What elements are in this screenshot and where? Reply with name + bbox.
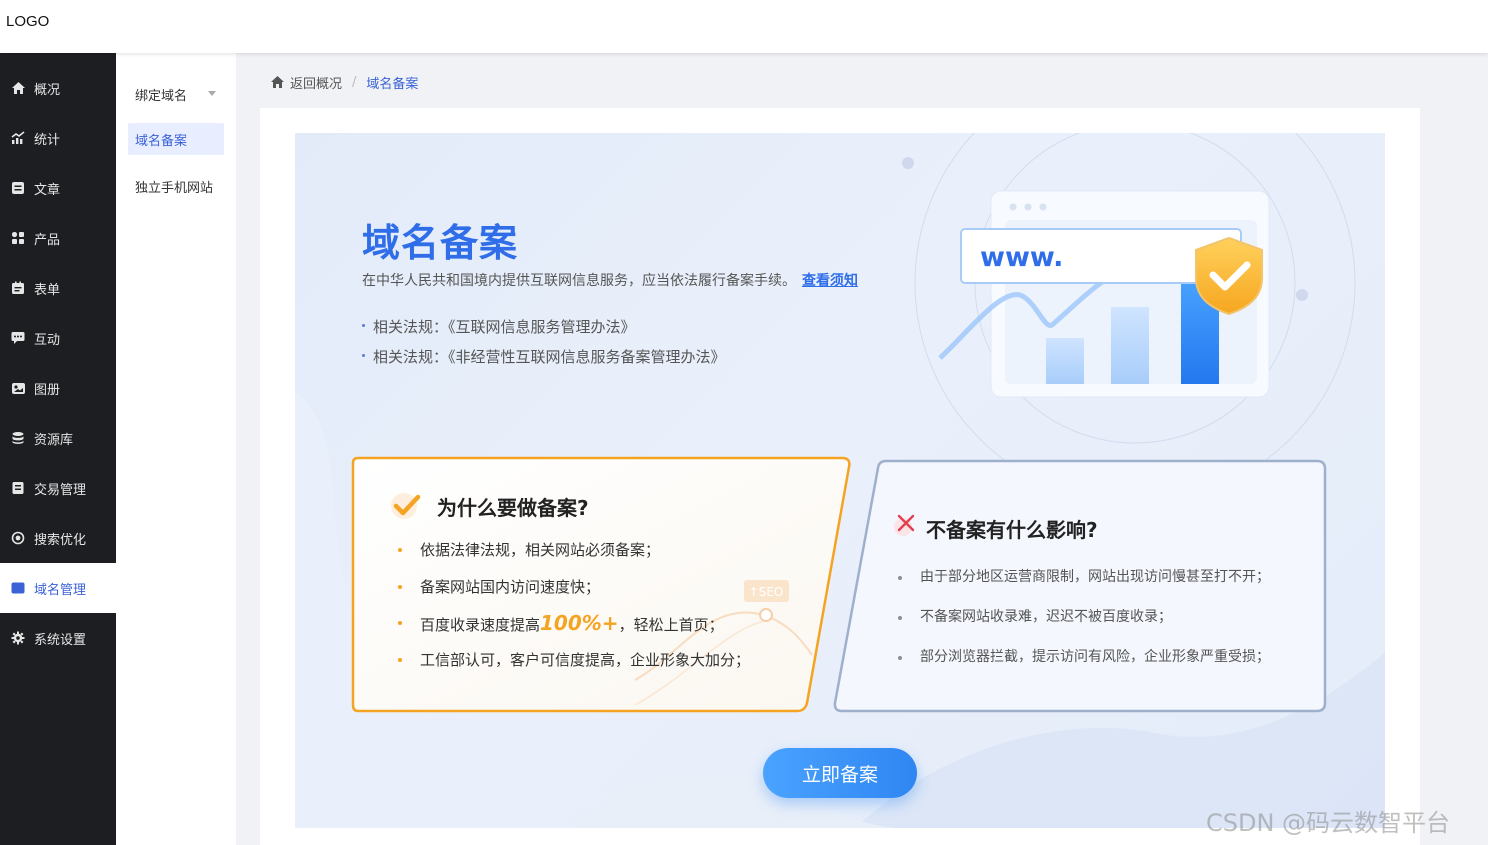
sub-nav: 绑定域名 域名备案 独立手机网站 bbox=[116, 53, 236, 845]
clipboard-icon bbox=[10, 280, 26, 296]
home-icon bbox=[10, 80, 26, 96]
bullet-dot bbox=[898, 616, 902, 620]
law-text: 相关法规：《互联网信息服务管理办法》 bbox=[373, 318, 636, 336]
breadcrumb: 返回概况 / 域名备案 bbox=[270, 72, 418, 92]
nav-item-label: 文章 bbox=[34, 182, 61, 198]
bullet-dot bbox=[398, 621, 402, 626]
nav-item-stats[interactable]: 统计 bbox=[0, 113, 116, 163]
no-filing-card-title: 不备案有什么影响? bbox=[926, 518, 1098, 542]
nav-item-label: 表单 bbox=[34, 282, 61, 298]
list-item: 部分浏览器拦截，提示访问有风险，企业形象严重受损； bbox=[896, 638, 1270, 678]
gear-icon bbox=[10, 630, 26, 646]
chevron-down-icon bbox=[208, 91, 216, 96]
file-now-button[interactable]: 立即备案 bbox=[763, 748, 917, 798]
hero-description: 在中华人民共和国境内提供互联网信息服务，应当依法履行备案手续。 查看须知 bbox=[362, 270, 858, 290]
bullet-dot bbox=[362, 354, 365, 357]
law-item: 相关法规：《互联网信息服务管理办法》 bbox=[362, 316, 636, 337]
nav-item-products[interactable]: 产品 bbox=[0, 213, 116, 263]
subnav-domain-filing[interactable]: 域名备案 bbox=[128, 123, 224, 155]
subnav-label: 域名备案 bbox=[135, 133, 188, 149]
subnav-label: 独立手机网站 bbox=[135, 180, 214, 196]
nav-item-label: 概况 bbox=[34, 82, 61, 98]
receipt-icon bbox=[10, 480, 26, 496]
nav-item-articles[interactable]: 文章 bbox=[0, 163, 116, 213]
grid-icon bbox=[10, 230, 26, 246]
nav-item-label: 域名管理 bbox=[34, 582, 87, 598]
hero-title: 域名备案 bbox=[362, 221, 519, 265]
list-item: 不备案网站收录难，迟迟不被百度收录； bbox=[896, 598, 1270, 638]
nav-item-overview[interactable]: 概况 bbox=[0, 63, 116, 113]
bullet-dot bbox=[398, 657, 402, 662]
list-item: 备案网站国内访问速度快； bbox=[396, 569, 750, 606]
list-item-text: 由于部分地区运营商限制，网站出现访问慢甚至打不开； bbox=[920, 569, 1270, 585]
nav-item-trade[interactable]: 交易管理 bbox=[0, 463, 116, 513]
law-text: 相关法规：《非经营性互联网信息服务备案管理办法》 bbox=[373, 348, 726, 366]
nav-item-label: 产品 bbox=[34, 232, 61, 248]
list-item-text: 不备案网站收录难，迟迟不被百度收录； bbox=[920, 609, 1172, 625]
breadcrumb-back-label: 返回概况 bbox=[290, 76, 343, 92]
close-icon bbox=[894, 514, 915, 536]
database-icon bbox=[10, 430, 26, 446]
seo-tag: ↑SEO bbox=[749, 585, 784, 599]
list-item-text: 百度收录速度提高 bbox=[420, 616, 541, 634]
breadcrumb-separator: / bbox=[352, 74, 357, 90]
nav-item-label: 资源库 bbox=[34, 432, 74, 448]
list-item-text: 工信部认可，客户可信度提高，企业形象大加分； bbox=[420, 650, 751, 669]
check-icon bbox=[391, 493, 421, 519]
highlight-number: 100%+ bbox=[540, 611, 619, 635]
chart-icon bbox=[10, 130, 26, 146]
law-item: 相关法规：《非经营性互联网信息服务备案管理办法》 bbox=[362, 346, 726, 367]
list-item-text: 备案网站国内访问速度快； bbox=[420, 577, 601, 596]
nav-item-label: 图册 bbox=[34, 382, 61, 398]
breadcrumb-current: 域名备案 bbox=[366, 76, 419, 92]
back-to-overview-link[interactable]: 返回概况 bbox=[270, 73, 342, 92]
subnav-label: 绑定域名 bbox=[135, 88, 188, 104]
top-header: LOGO bbox=[0, 0, 1488, 53]
nav-item-interaction[interactable]: 互动 bbox=[0, 313, 116, 363]
target-icon bbox=[10, 530, 26, 546]
nav-item-resources[interactable]: 资源库 bbox=[0, 413, 116, 463]
view-notice-link[interactable]: 查看须知 bbox=[802, 273, 858, 289]
w-badge-icon: W bbox=[10, 580, 26, 596]
subnav-bind-domain[interactable]: 绑定域名 bbox=[128, 78, 224, 110]
list-item-text: ，轻松上首页； bbox=[618, 616, 724, 634]
bullet-dot bbox=[398, 548, 402, 553]
nav-item-label: 互动 bbox=[34, 332, 61, 348]
list-item: 由于部分地区运营商限制，网站出现访问慢甚至打不开； bbox=[896, 558, 1270, 598]
no-filing-list: 由于部分地区运营商限制，网站出现访问慢甚至打不开； 不备案网站收录难，迟迟不被百… bbox=[896, 558, 1270, 678]
nav-item-domain[interactable]: W 域名管理 bbox=[0, 563, 116, 613]
album-icon bbox=[10, 380, 26, 396]
svg-text:W: W bbox=[13, 584, 23, 594]
list-item: 工信部认可，客户可信度提高，企业形象大加分； bbox=[396, 642, 750, 679]
nav-item-label: 交易管理 bbox=[34, 482, 87, 498]
hero-description-text: 在中华人民共和国境内提供互联网信息服务，应当依法履行备案手续。 bbox=[362, 273, 796, 289]
list-item: 百度收录速度提高100%+，轻松上首页； bbox=[396, 605, 750, 642]
nav-item-settings[interactable]: 系统设置 bbox=[0, 613, 116, 663]
nav-item-album[interactable]: 图册 bbox=[0, 363, 116, 413]
bullet-dot bbox=[898, 576, 902, 580]
list-item-text: 部分浏览器拦截，提示访问有风险，企业形象严重受损； bbox=[920, 649, 1270, 665]
home-icon bbox=[271, 76, 284, 88]
nav-item-label: 系统设置 bbox=[34, 632, 87, 648]
bullet-dot bbox=[362, 324, 365, 327]
why-card-title: 为什么要做备案? bbox=[437, 496, 589, 520]
list-item: 依据法律法规，相关网站必须备案； bbox=[396, 532, 750, 569]
nav-item-forms[interactable]: 表单 bbox=[0, 263, 116, 313]
subnav-mobile-site[interactable]: 独立手机网站 bbox=[128, 170, 224, 202]
bullet-dot bbox=[398, 584, 402, 589]
browser-illustration: www. bbox=[938, 190, 1270, 398]
article-icon bbox=[10, 180, 26, 196]
list-item-text: 依据法律法规，相关网站必须备案； bbox=[420, 541, 661, 559]
watermark: CSDN @码云数智平台 bbox=[1206, 809, 1451, 837]
nav-item-label: 搜索优化 bbox=[34, 532, 87, 548]
bullet-dot bbox=[898, 656, 902, 660]
chat-icon bbox=[10, 330, 26, 346]
logo[interactable]: LOGO bbox=[6, 13, 49, 30]
www-label: www. bbox=[980, 242, 1063, 273]
nav-item-label: 统计 bbox=[34, 132, 61, 148]
why-list: 依据法律法规，相关网站必须备案； 备案网站国内访问速度快； 百度收录速度提高10… bbox=[396, 532, 750, 678]
nav-item-seo[interactable]: 搜索优化 bbox=[0, 513, 116, 563]
